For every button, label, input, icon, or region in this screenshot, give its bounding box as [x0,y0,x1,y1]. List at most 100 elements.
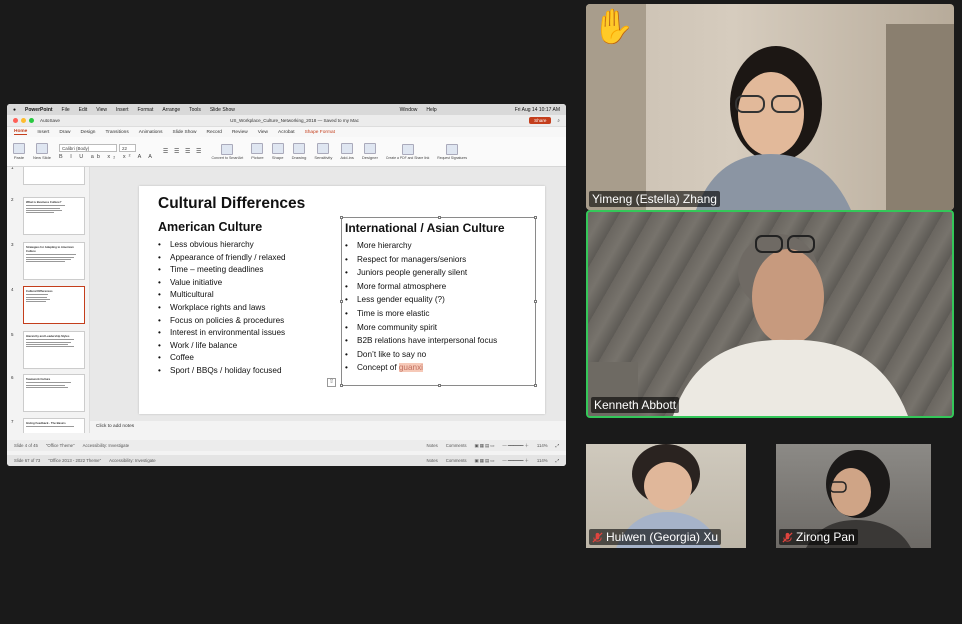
paste-button[interactable]: Paste [13,143,25,160]
tab-insert[interactable]: Insert [37,130,49,135]
minimize-icon[interactable] [21,118,26,123]
video-tile-yimeng[interactable]: ✋ Yimeng (Estella) Zhang [586,4,954,210]
window-controls[interactable] [13,118,34,123]
resize-handle[interactable] [340,300,343,303]
maximize-icon[interactable] [29,118,34,123]
american-culture-list[interactable]: Less obvious hierarchy Appearance of fri… [158,239,286,378]
view-buttons[interactable]: ▣ ▦ ▤ ▭ [475,458,495,464]
resize-handle[interactable] [534,300,537,303]
tab-review[interactable]: Review [232,130,248,135]
menu-tools[interactable]: Tools [189,107,201,113]
fit-slide-icon[interactable]: ⤢ [556,443,559,448]
tab-view[interactable]: View [258,130,268,135]
fit-slide-icon[interactable]: ⤢ [556,458,559,463]
font-family-select[interactable]: Calibri (Body) [59,143,118,152]
shape-button[interactable]: Shape [271,143,284,160]
comments-toggle[interactable]: Comments [446,443,467,448]
create-pdf-button[interactable]: Create a PDF and Share link [386,143,429,160]
layout-options-icon[interactable]: ⇧ [327,378,336,387]
tab-transitions[interactable]: Transitions [105,130,128,135]
resize-handle[interactable] [340,216,343,219]
notes-toggle[interactable]: Notes [427,443,438,448]
slide-thumbnail[interactable] [23,167,85,185]
slide-thumbnail[interactable]: Hierarchy and Leadership Styles [23,331,85,369]
notes-pane[interactable]: Click to add notes [90,421,566,433]
slide-counter: Slide 4 of 45 [14,443,38,448]
list-item: Less obvious hierarchy [158,239,286,252]
drawing-button[interactable]: Drawing [292,143,306,160]
autosave-label[interactable]: AutoSave [40,118,60,123]
slide-thumbnail[interactable]: What is Business Culture? [23,197,85,235]
participant-name-tag: Huiwen (Georgia) Xu [589,529,722,545]
resize-handle[interactable] [534,216,537,219]
slide-thumbnail[interactable]: Teamwork Culture [23,374,85,412]
comments-toggle[interactable]: Comments [446,458,467,463]
international-culture-textbox[interactable]: International / Asian Culture More hiera… [340,216,537,387]
tab-acrobat[interactable]: Acrobat [278,130,295,135]
resize-handle[interactable] [438,384,441,387]
signature-icon [446,143,459,155]
apple-icon[interactable]: ● [13,107,16,113]
resize-handle[interactable] [340,384,343,387]
slide-title[interactable]: Cultural Differences [158,195,305,213]
zoom-level[interactable]: 114% [537,458,548,463]
menu-window[interactable]: Window [400,107,418,113]
tab-shape-format[interactable]: Shape Format [305,130,335,135]
list-item: Appearance of friendly / relaxed [158,252,286,265]
zoom-slider[interactable]: — ━━━━━━ ＋ [502,458,529,464]
menu-view[interactable]: View [96,107,107,113]
video-tile-zirong[interactable]: Zirong Pan [776,444,931,548]
slide[interactable]: Cultural Differences American Culture Le… [139,186,545,414]
status-bar: Slide 4 of 45 "Office Theme" Accessibili… [7,440,566,451]
share-button[interactable]: Share [529,117,552,124]
close-icon[interactable] [13,118,18,123]
tab-slideshow[interactable]: Slide Show [173,130,197,135]
american-culture-heading[interactable]: American Culture [158,220,262,234]
menu-file[interactable]: File [62,107,70,113]
menu-edit[interactable]: Edit [79,107,88,113]
tab-record[interactable]: Record [207,130,222,135]
video-tile-huiwen[interactable]: Huiwen (Georgia) Xu [586,444,746,548]
request-signatures-button[interactable]: Request Signatures [437,143,467,160]
menu-app[interactable]: PowerPoint [25,107,53,113]
slide-thumbnail-selected[interactable]: Cultural Differences [23,286,85,324]
menu-slideshow[interactable]: Slide Show [210,107,235,113]
video-tile-kenneth-active-speaker[interactable]: Kenneth Abbott [586,210,954,418]
font-style-buttons[interactable]: B I U ab x₂ x² A A [59,154,155,160]
accessibility-status[interactable]: Accessibility: Investigate [109,458,156,463]
slide-thumbnail[interactable]: Giving Feedback - The Basics [23,418,85,433]
resize-handle[interactable] [438,216,441,219]
paragraph-buttons[interactable]: ☰ ☰ ☰ ☰ [163,148,204,155]
list-item: Workplace rights and laws [158,302,286,315]
notes-toggle[interactable]: Notes [427,458,438,463]
menu-help[interactable]: Help [426,107,436,113]
tab-design[interactable]: Design [81,130,96,135]
resize-handle[interactable] [534,384,537,387]
convert-smartart-button[interactable]: Convert to SmartArt [211,143,243,160]
view-buttons[interactable]: ▣ ▦ ▤ ▭ [475,443,495,449]
menu-insert[interactable]: Insert [116,107,129,113]
drawing-icon [292,143,305,154]
menu-format[interactable]: Format [138,107,154,113]
tab-home[interactable]: Home [14,129,28,135]
tab-draw[interactable]: Draw [59,130,70,135]
menu-arrange[interactable]: Arrange [162,107,180,113]
slide-thumbnail[interactable]: Strategies for Adapting to American Cult… [23,242,85,280]
accessibility-status[interactable]: Accessibility: Investigate [83,443,130,448]
zoom-level[interactable]: 114% [537,443,548,448]
search-icon[interactable]: ⌕ [557,118,560,123]
picture-icon [251,143,264,154]
theme-name: "Office 2013 - 2022 Theme" [48,458,102,463]
slide-canvas: Cultural Differences American Culture Le… [90,167,566,433]
picture-button[interactable]: Picture [251,143,264,160]
zoom-slider[interactable]: — ━━━━━━ ＋ [502,443,529,449]
new-slide-button[interactable]: New Slide [33,143,51,160]
list-item: Value initiative [158,277,286,290]
slide-thumbnail-panel: 1 2 What is Business Culture? 3 Strategi… [7,167,90,433]
addins-button[interactable]: Add-ins [340,143,354,160]
list-item: Focus on policies & procedures [158,315,286,328]
font-size-select[interactable]: 22 [119,143,137,152]
sensitivity-button[interactable]: Sensitivity [314,143,332,160]
designer-button[interactable]: Designer [362,143,378,160]
tab-animations[interactable]: Animations [139,130,163,135]
